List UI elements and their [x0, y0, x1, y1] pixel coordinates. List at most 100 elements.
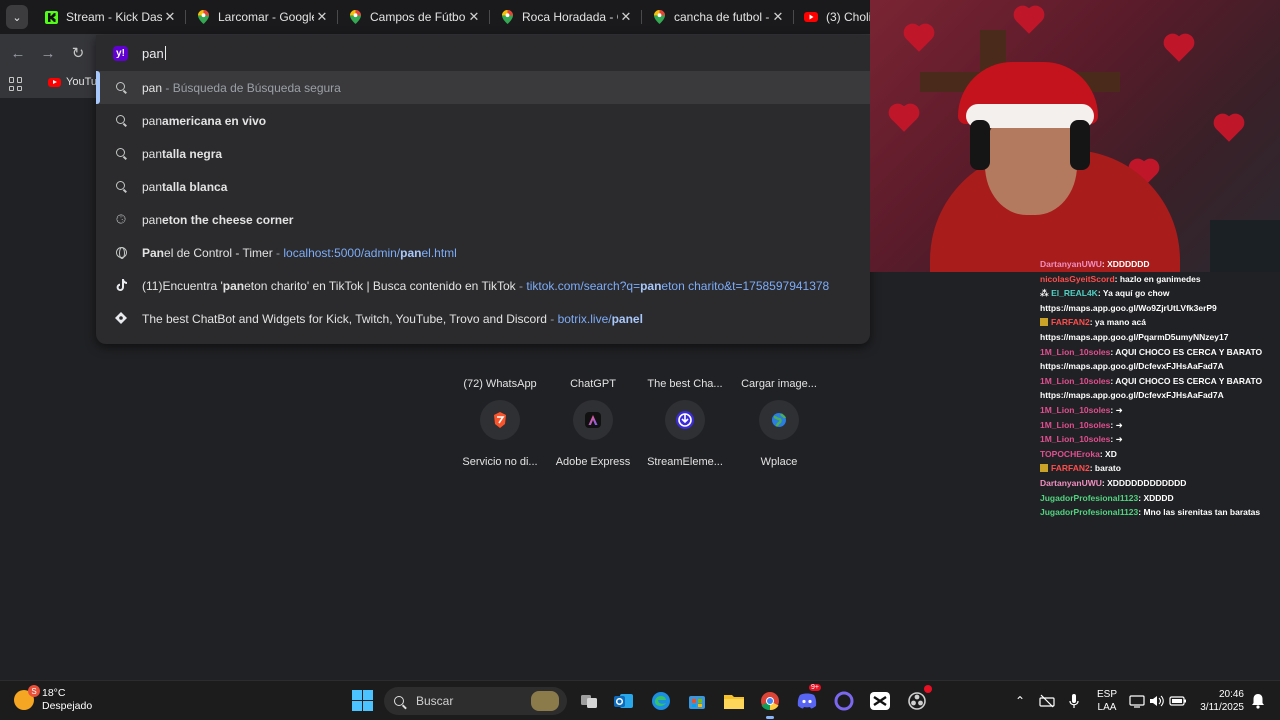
close-icon[interactable]: ✕	[618, 9, 634, 25]
suggestion-item[interactable]: panamericana en vivo	[96, 104, 870, 137]
notification-badge: 9+	[809, 684, 821, 691]
shortcut-wplace[interactable]: Wplace	[732, 400, 826, 468]
tab-title: Larcomar - Google Maps	[218, 10, 314, 24]
cortana-icon[interactable]	[832, 689, 856, 713]
chat-line: nicolasGyeitScord: hazlo en ganimedes	[1040, 273, 1201, 284]
clock[interactable]: 20:46 3/11/2025	[1200, 688, 1244, 714]
suggestion-item[interactable]: pan - Búsqueda de Búsqueda segura	[96, 71, 870, 104]
close-icon[interactable]: ✕	[314, 9, 330, 25]
omnibox-dropdown: y! pan pan - Búsqueda de Búsqueda segura…	[96, 35, 870, 344]
suggestion-item[interactable]: 🕓︎ paneton the cheese corner	[96, 203, 870, 236]
search-icon	[114, 146, 128, 160]
tab-kick[interactable]: Stream - Kick Dashboard ✕	[34, 0, 186, 34]
heart-decoration	[891, 106, 917, 132]
shortcut-label: (72) WhatsApp	[463, 378, 537, 390]
suggestion-item[interactable]: Panel de Control - Timer - localhost:500…	[96, 236, 870, 269]
heart-decoration	[1016, 8, 1042, 34]
chat-line: 1M_Lion_10soles: AQUI CHOCO ES CERCA Y B…	[1040, 375, 1263, 386]
weather-widget[interactable]: S 18°C Despejado	[14, 685, 92, 713]
tab-cancha[interactable]: cancha de futbol - Google ✕	[642, 0, 794, 34]
capcut-icon[interactable]	[868, 689, 892, 713]
shortcut-label: StreamEleme...	[647, 456, 723, 468]
apps-grid-icon[interactable]	[9, 77, 23, 91]
maps-pin-icon	[652, 10, 666, 24]
notification-bell-icon[interactable]	[1246, 689, 1270, 713]
chat-line: JugadorProfesional1123: Mno las sirenita…	[1040, 507, 1261, 518]
clock-date: 3/11/2025	[1200, 702, 1244, 713]
tab-title: Stream - Kick Dashboard	[66, 10, 162, 24]
chevron-up-icon[interactable]: ⌃	[1008, 689, 1032, 713]
battery-icon[interactable]	[1166, 689, 1190, 713]
suggestion-item[interactable]: (11)Encuentra 'paneton charito' en TikTo…	[96, 269, 870, 302]
close-icon[interactable]: ✕	[466, 9, 482, 25]
chat-line: https://maps.app.goo.gl/DcfevxFJHsAaFad7…	[1040, 390, 1224, 401]
chat-line: ⁂ El_REAL4K: Ya aquí go chow	[1040, 288, 1170, 299]
shortcut-streamelements[interactable]: StreamEleme...	[638, 400, 732, 468]
taskbar: S 18°C Despejado Buscar 9+ ⌃ ESP LAA 20:46…	[0, 680, 1280, 720]
search-icon	[114, 80, 128, 94]
suggestion-item[interactable]: pantalla negra	[96, 137, 870, 170]
tab-search-button[interactable]: ⌄	[6, 5, 28, 29]
tab-title: (3) Cholito	[826, 10, 870, 24]
search-placeholder: Buscar	[416, 694, 454, 708]
globe-icon	[114, 245, 128, 259]
windows-start-icon[interactable]	[352, 690, 373, 711]
taskbar-search[interactable]: Buscar	[384, 687, 567, 715]
adobe-express-icon	[573, 400, 613, 440]
chat-line: https://maps.app.goo.gl/Wo9ZjrUtLVfk3erP…	[1040, 302, 1217, 313]
tab-larcomar[interactable]: Larcomar - Google Maps ✕	[186, 0, 338, 34]
chat-line: JugadorProfesional1123: XDDDD	[1040, 492, 1174, 503]
suggestion-item[interactable]: The best ChatBot and Widgets for Kick, T…	[96, 302, 870, 335]
shortcut-label: ChatGPT	[570, 378, 616, 390]
shortcut-label: The best Cha...	[647, 378, 723, 390]
chat-line: TOPOCHEroka: XD	[1040, 448, 1117, 459]
tab-campos[interactable]: Campos de Fútbol Cerca ✕	[338, 0, 490, 34]
address-input[interactable]: pan	[142, 46, 166, 61]
forward-icon[interactable]: →	[38, 43, 58, 63]
task-view-icon[interactable]	[577, 689, 601, 713]
network-off-icon[interactable]	[1035, 689, 1059, 713]
bookmark-youtube[interactable]: YouTu	[48, 76, 97, 88]
chat-line: FARFAN2: ya mano acá	[1040, 315, 1280, 330]
headset-right	[1070, 120, 1090, 170]
suggestion-item[interactable]: pantalla blanca	[96, 170, 870, 203]
heart-decoration	[1216, 116, 1242, 142]
temperature: 18°C	[42, 687, 66, 699]
chat-line: https://maps.app.goo.gl/PqarmD5umyNNzey1…	[1040, 331, 1229, 342]
maps-pin-icon	[196, 10, 210, 24]
language-indicator[interactable]: ESP LAA	[1097, 688, 1117, 714]
history-icon: 🕓︎	[116, 211, 126, 226]
back-icon[interactable]: ←	[8, 43, 28, 63]
chat-line: 1M_Lion_10soles: ➜	[1040, 419, 1123, 430]
discord-icon[interactable]: 9+	[795, 684, 821, 713]
close-icon[interactable]: ✕	[770, 9, 786, 25]
edge-icon[interactable]	[649, 689, 673, 713]
microphone-icon[interactable]	[1062, 689, 1086, 713]
tab-roca-horadada[interactable]: Roca Horadada - Google ✕	[490, 0, 642, 34]
yahoo-icon: y!	[113, 46, 128, 61]
reload-icon[interactable]: ↻	[68, 43, 88, 63]
chat-line: 1M_Lion_10soles: ➜	[1040, 404, 1123, 415]
store-icon[interactable]	[685, 689, 709, 713]
chat-badge	[1040, 464, 1048, 473]
tab-title: cancha de futbol - Google	[674, 10, 770, 24]
maps-pin-icon	[348, 10, 362, 24]
address-bar[interactable]: y! pan	[96, 35, 870, 71]
file-explorer-icon[interactable]	[722, 689, 746, 713]
outlook-icon[interactable]	[612, 689, 636, 713]
notification-badge: S	[28, 685, 40, 697]
close-icon[interactable]: ✕	[162, 9, 178, 25]
streamelements-icon	[665, 400, 705, 440]
obs-icon[interactable]	[905, 685, 932, 713]
search-icon	[114, 179, 128, 193]
tab-cholito[interactable]: (3) Cholito	[794, 0, 870, 34]
kick-icon	[44, 10, 58, 24]
clock-time: 20:46	[1218, 689, 1244, 700]
brave-icon	[480, 400, 520, 440]
shortcut-servicio[interactable]: Servicio no di...	[453, 400, 547, 468]
chrome-icon[interactable]	[758, 689, 782, 719]
shortcut-adobe-express[interactable]: Adobe Express	[546, 400, 640, 468]
chat-line: https://maps.app.goo.gl/DcfevxFJHsAaFad7…	[1040, 361, 1224, 372]
webcam-feed	[870, 0, 1280, 272]
chat-line: DartanyanUWU: XDDDDDD	[1040, 259, 1150, 269]
